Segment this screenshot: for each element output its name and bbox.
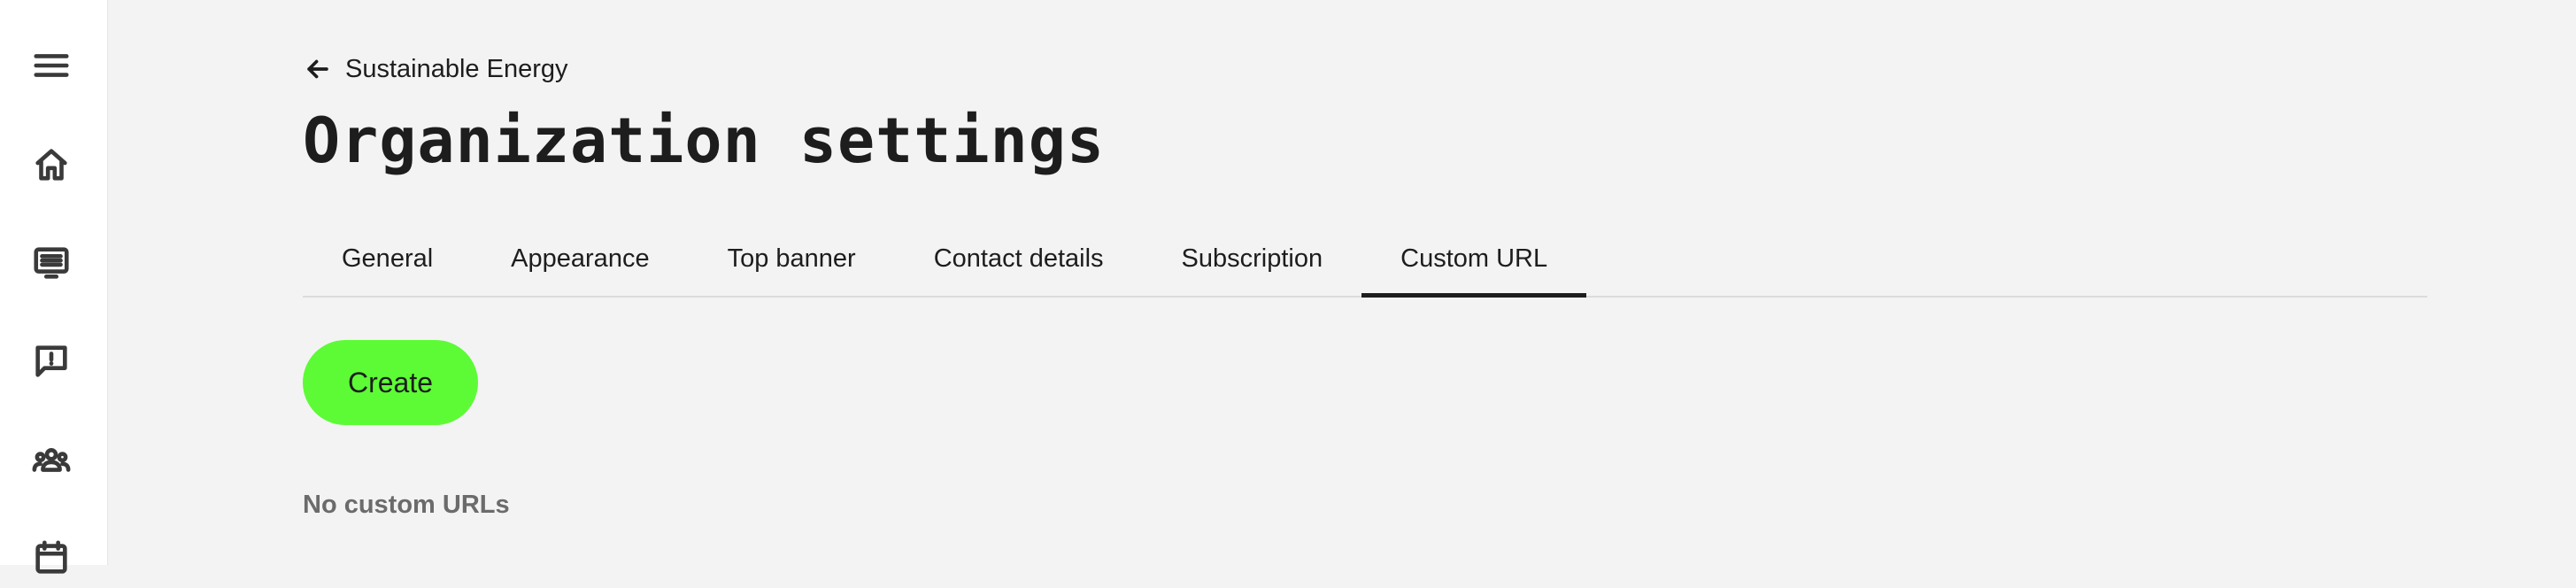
settings-tabs: General Appearance Top banner Contact de… xyxy=(303,221,2427,298)
arrow-left-icon xyxy=(307,59,328,79)
tab-top-banner[interactable]: Top banner xyxy=(689,221,895,296)
empty-state-message: No custom URLs xyxy=(303,491,510,519)
tab-contact-details[interactable]: Contact details xyxy=(895,221,1143,296)
tab-appearance[interactable]: Appearance xyxy=(472,221,688,296)
page-title: Organization settings xyxy=(303,104,1106,177)
sidebar-item-home[interactable] xyxy=(21,135,81,195)
sidebar-item-monitor[interactable] xyxy=(21,233,81,293)
create-button[interactable]: Create xyxy=(303,340,478,425)
tab-custom-url[interactable]: Custom URL xyxy=(1361,221,1587,298)
sidebar-item-calendar[interactable] xyxy=(21,528,81,588)
home-icon xyxy=(35,149,67,181)
breadcrumb-label: Sustainable Energy xyxy=(345,54,568,83)
sidebar xyxy=(0,0,108,574)
menu-button[interactable] xyxy=(21,35,81,96)
people-icon xyxy=(32,448,71,472)
sidebar-item-feedback[interactable] xyxy=(21,331,81,391)
feedback-icon xyxy=(35,345,67,377)
back-link[interactable]: Sustainable Energy xyxy=(303,50,568,89)
monitor-list-icon xyxy=(34,247,69,279)
calendar-icon xyxy=(35,540,67,574)
tab-subscription[interactable]: Subscription xyxy=(1143,221,1362,296)
tab-general[interactable]: General xyxy=(303,221,472,296)
menu-icon xyxy=(34,54,69,77)
sidebar-item-people[interactable] xyxy=(21,430,81,491)
main-content: Sustainable Energy Organization settings… xyxy=(303,0,2427,565)
